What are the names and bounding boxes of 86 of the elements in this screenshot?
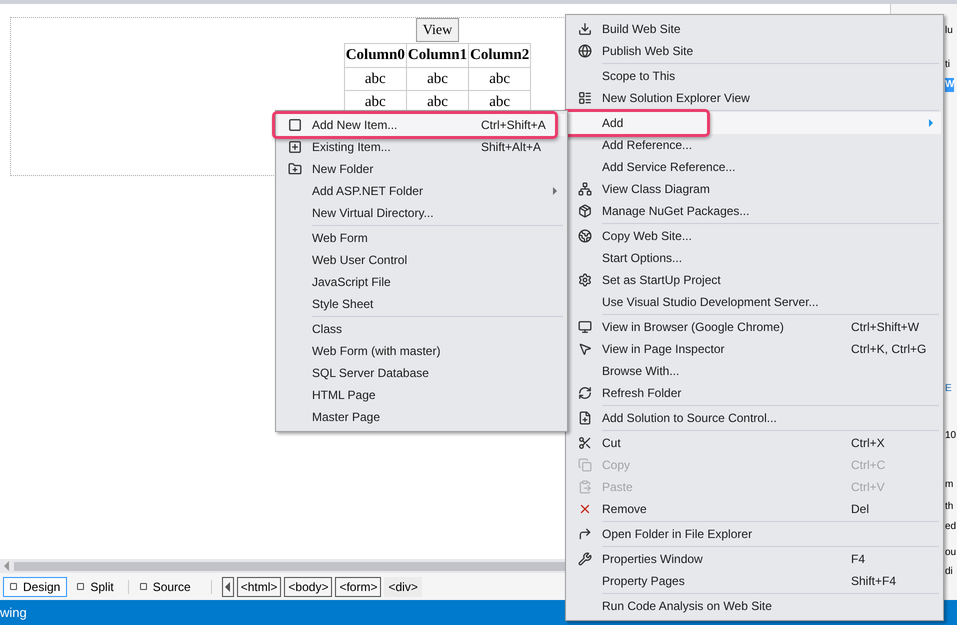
submenu-arrow-icon — [929, 119, 933, 127]
menu-item[interactable]: Web Form — [278, 227, 565, 249]
menu-item[interactable]: Browse With... — [568, 360, 941, 382]
menu-item[interactable]: HTML Page — [278, 384, 565, 406]
menu-item[interactable]: Add ASP.NET Folder — [278, 180, 565, 202]
menu-item[interactable]: Web User Control — [278, 249, 565, 271]
new-item-icon — [288, 118, 302, 132]
scissors-icon — [578, 436, 592, 450]
panel-text: di — [945, 565, 953, 579]
copy-icon — [578, 458, 592, 472]
x-icon — [578, 502, 592, 516]
folder-icon — [288, 162, 302, 176]
status-text: wing — [0, 604, 27, 622]
menu-item[interactable]: Start Options... — [568, 247, 941, 269]
menu-item[interactable]: View Class Diagram — [568, 178, 941, 200]
menu-item[interactable]: Add Solution to Source Control... — [568, 407, 941, 429]
panel-text: ed — [945, 520, 956, 534]
breadcrumb-tag[interactable]: <form> — [335, 576, 382, 596]
curved-arrow-icon — [578, 527, 592, 541]
panel-text: E — [945, 382, 952, 396]
submenu-arrow-icon — [553, 187, 557, 195]
menu-item[interactable]: Run Code Analysis on Web Site — [568, 595, 941, 617]
menu-item[interactable]: Class — [278, 318, 565, 340]
wrench-icon — [578, 552, 592, 566]
menu-item[interactable]: Build Web Site — [568, 18, 941, 40]
table-cell: abc — [468, 67, 531, 90]
panel-text: ti — [945, 58, 950, 72]
menu-item[interactable]: Add Reference... — [568, 134, 941, 156]
breadcrumb-tag[interactable]: <html> — [236, 576, 282, 596]
column-header: Column0 — [344, 44, 406, 67]
monitor-icon — [578, 320, 592, 334]
view-tab[interactable]: Source — [132, 576, 198, 596]
settings-icon — [578, 273, 592, 287]
menu-item[interactable]: SQL Server Database — [278, 362, 565, 384]
menu-item[interactable]: New Solution Explorer View — [568, 87, 941, 109]
file-plus-icon — [578, 411, 592, 425]
breadcrumb-tag[interactable]: <body> — [284, 576, 332, 596]
column-header: Column2 — [468, 44, 531, 67]
menu-item[interactable]: Scope to This — [568, 65, 941, 87]
menu-item[interactable]: Copy Web Site... — [568, 225, 941, 247]
menu-item[interactable]: New Virtual Directory... — [278, 202, 565, 224]
menu-item[interactable]: Master Page — [278, 406, 565, 428]
menu-item[interactable]: Set as StartUp Project — [568, 269, 941, 291]
view-button[interactable]: View — [416, 18, 460, 42]
list-window-icon — [578, 91, 592, 105]
menu-item[interactable]: New Folder — [278, 158, 565, 180]
menu-item[interactable]: Properties Window F4 — [568, 548, 941, 570]
panel-text: th — [945, 500, 954, 514]
menu-item[interactable]: Existing Item... Shift+Alt+A — [278, 136, 565, 158]
menu-item[interactable]: Publish Web Site — [568, 40, 941, 62]
menu-item[interactable]: View in Browser (Google Chrome) Ctrl+Shift+W — [568, 316, 941, 338]
table-cell: abc — [344, 67, 406, 90]
square-plus-icon — [288, 140, 302, 154]
tab-icon — [10, 583, 17, 590]
menu-item[interactable]: Manage NuGet Packages... — [568, 200, 941, 222]
breadcrumb-back-button[interactable] — [222, 576, 234, 596]
menu-item[interactable]: Remove Del — [568, 498, 941, 520]
view-tab[interactable]: Split — [70, 576, 121, 596]
paste-icon — [578, 480, 592, 494]
table-cell: abc — [406, 67, 469, 90]
view-tab[interactable]: Design — [3, 576, 68, 596]
download-icon — [578, 22, 592, 36]
menu-item[interactable]: Refresh Folder — [568, 382, 941, 404]
menu-item[interactable]: Use Visual Studio Development Server... — [568, 291, 941, 313]
panel-text: 10 — [945, 429, 956, 443]
tab-icon — [140, 583, 147, 590]
package-icon — [578, 204, 592, 218]
menu-item[interactable]: Style Sheet — [278, 293, 565, 315]
column-header: Column1 — [406, 44, 469, 67]
menu-item[interactable]: Web Form (with master) — [278, 340, 565, 362]
menu-item[interactable]: Property Pages Shift+F4 — [568, 570, 941, 592]
panel-text: ou — [945, 546, 956, 560]
tab-icon — [77, 583, 84, 590]
menu-item[interactable]: Open Folder in File Explorer — [568, 523, 941, 545]
pointer-icon — [578, 342, 592, 356]
menu-item[interactable]: JavaScript File — [278, 271, 565, 293]
breadcrumb-tag[interactable]: <div> — [384, 576, 422, 596]
menu-item[interactable]: Add Service Reference... — [568, 156, 941, 178]
menu-item[interactable]: View in Page Inspector Ctrl+K, Ctrl+G — [568, 338, 941, 360]
globe-icon — [578, 44, 592, 58]
globe-icon — [578, 229, 592, 243]
diagram-icon — [578, 182, 592, 196]
panel-text: m — [945, 478, 954, 492]
menu-item[interactable]: Cut Ctrl+X — [568, 432, 941, 454]
panel-text: lu — [945, 24, 953, 38]
refresh-icon — [578, 386, 592, 400]
